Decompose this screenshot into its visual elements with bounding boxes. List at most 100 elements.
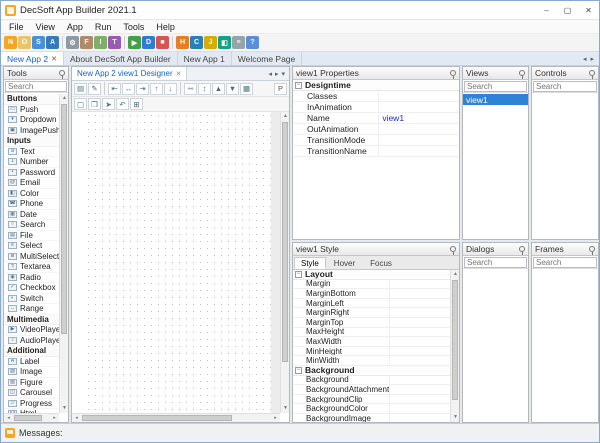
- menu-item-app[interactable]: App: [61, 22, 89, 32]
- pin-icon[interactable]: [450, 246, 456, 255]
- style-property-value[interactable]: [390, 414, 450, 422]
- scroll-thumb[interactable]: [452, 280, 458, 400]
- style-tab-style[interactable]: Style: [294, 257, 326, 269]
- align-right-icon[interactable]: ⇥: [136, 82, 149, 95]
- app-images-icon[interactable]: I: [94, 36, 107, 49]
- scroll-left-icon[interactable]: ◂: [72, 414, 81, 422]
- tool-item-number[interactable]: 1 Number: [4, 157, 59, 168]
- property-value[interactable]: [379, 91, 459, 101]
- property-value[interactable]: [379, 146, 459, 156]
- select-mode-icon[interactable]: ➤: [102, 98, 115, 110]
- property-row-outanimation[interactable]: OutAnimation: [293, 124, 459, 135]
- tool-item-switch[interactable]: ◐ Switch: [4, 294, 59, 304]
- stop-app-icon[interactable]: ■: [156, 36, 169, 49]
- grid-options-icon[interactable]: ⊞: [130, 98, 143, 110]
- tool-item-select[interactable]: ≡ Select: [4, 241, 59, 252]
- tool-item-date[interactable]: ▦ Date: [4, 210, 59, 220]
- scroll-down-icon[interactable]: ▼: [281, 404, 289, 413]
- property-value[interactable]: view1: [379, 113, 459, 123]
- canvas-vertical-scrollbar[interactable]: ▲ ▼: [280, 112, 289, 413]
- tool-item-carousel[interactable]: ◫ Carousel: [4, 388, 59, 399]
- pin-icon[interactable]: [519, 70, 525, 79]
- app-files-icon[interactable]: F: [80, 36, 93, 49]
- designer-tab[interactable]: New App 2 view1 Designer ✕: [72, 67, 188, 80]
- tools-vertical-scrollbar[interactable]: ▲ ▼: [59, 94, 68, 413]
- style-tab-hover[interactable]: Hover: [327, 257, 362, 269]
- save-app-icon[interactable]: S: [32, 36, 45, 49]
- scroll-up-icon[interactable]: ▲: [281, 112, 289, 121]
- tool-item-push[interactable]: ▭ Push: [4, 105, 59, 115]
- tab-about-decsoft-app-builder[interactable]: About DecSoft App Builder: [64, 52, 178, 65]
- html-editor-icon[interactable]: H: [176, 36, 189, 49]
- tab-new-app-1[interactable]: New App 1: [178, 52, 232, 65]
- scroll-right-icon[interactable]: ▸: [50, 414, 59, 422]
- scroll-right-icon[interactable]: ▸: [271, 414, 280, 422]
- collapse-icon[interactable]: −: [295, 270, 302, 278]
- tools-section-buttons[interactable]: Buttons: [4, 94, 59, 105]
- app-options-icon[interactable]: ⚙: [66, 36, 79, 49]
- tool-item-range[interactable]: ↔ Range: [4, 304, 59, 315]
- tool-item-checkbox[interactable]: ✓ Checkbox: [4, 283, 59, 294]
- style-property-value[interactable]: [390, 356, 450, 365]
- scroll-left-icon[interactable]: ◂: [4, 414, 13, 422]
- pin-icon[interactable]: [519, 246, 525, 255]
- style-property-value[interactable]: [390, 299, 450, 308]
- tool-item-multiselect[interactable]: ≣ MultiSelect: [4, 252, 59, 262]
- style-row-maxwidth[interactable]: MaxWidth: [293, 337, 450, 347]
- same-width-icon[interactable]: ⇿: [184, 82, 197, 95]
- save-all-icon[interactable]: A: [46, 36, 59, 49]
- tool-item-figure[interactable]: ▧ Figure: [4, 378, 59, 388]
- debug-app-icon[interactable]: D: [142, 36, 155, 49]
- style-row-marginright[interactable]: MarginRight: [293, 308, 450, 318]
- tool-item-color[interactable]: ◧ Color: [4, 189, 59, 199]
- collapse-icon[interactable]: −: [295, 366, 302, 374]
- new-app-icon[interactable]: N: [4, 36, 17, 49]
- menu-item-tools[interactable]: Tools: [117, 22, 150, 32]
- property-value[interactable]: [379, 135, 459, 145]
- property-row-inanimation[interactable]: InAnimation: [293, 102, 459, 113]
- tools-section-multimedia[interactable]: Multimedia: [4, 314, 59, 325]
- property-row-transitionmode[interactable]: TransitionMode: [293, 135, 459, 146]
- color-picker-icon[interactable]: ◧: [218, 36, 231, 49]
- property-value[interactable]: [379, 124, 459, 134]
- style-row-margin[interactable]: Margin: [293, 279, 450, 290]
- property-value[interactable]: [379, 102, 459, 112]
- js-editor-icon[interactable]: J: [204, 36, 217, 49]
- app-themes-icon[interactable]: T: [108, 36, 121, 49]
- same-height-icon[interactable]: ↕: [198, 82, 211, 95]
- property-row-name[interactable]: Name view1: [293, 113, 459, 124]
- style-tab-focus[interactable]: Focus: [363, 257, 399, 269]
- frames-search-input[interactable]: [533, 257, 597, 268]
- tool-item-audioplayer[interactable]: ♪ AudioPlayer: [4, 336, 59, 346]
- style-property-value[interactable]: [390, 404, 450, 413]
- undo-icon[interactable]: ↶: [116, 98, 129, 110]
- tool-item-search[interactable]: ○ Search: [4, 220, 59, 231]
- bring-front-icon[interactable]: ▲: [212, 82, 225, 95]
- style-property-value[interactable]: [390, 347, 450, 356]
- scroll-thumb[interactable]: [14, 415, 42, 421]
- scroll-up-icon[interactable]: ▲: [451, 270, 459, 279]
- tools-section-inputs[interactable]: Inputs: [4, 136, 59, 147]
- align-center-icon[interactable]: ↔: [122, 82, 135, 95]
- pin-icon[interactable]: [589, 246, 595, 255]
- style-row-backgroundcolor[interactable]: BackgroundColor: [293, 404, 450, 414]
- style-property-value[interactable]: [390, 280, 450, 289]
- open-app-icon[interactable]: O: [18, 36, 31, 49]
- menu-item-help[interactable]: Help: [150, 22, 181, 32]
- properties-section-designtime[interactable]: − Designtime: [293, 80, 459, 91]
- collapse-icon[interactable]: −: [295, 81, 302, 89]
- tool-item-radio[interactable]: ◉ Radio: [4, 273, 59, 283]
- style-row-marginleft[interactable]: MarginLeft: [293, 298, 450, 309]
- tab-new-app-2[interactable]: New App 2 ✕: [1, 52, 64, 65]
- tool-item-imagepush[interactable]: ▣ ImagePush: [4, 126, 59, 136]
- print-view-icon[interactable]: P: [274, 82, 287, 95]
- duplicate-control-icon[interactable]: ❐: [88, 98, 101, 110]
- align-bottom-icon[interactable]: ↓: [164, 82, 177, 95]
- style-property-value[interactable]: [390, 395, 450, 404]
- views-search-input[interactable]: [464, 81, 527, 92]
- dialogs-search-input[interactable]: [464, 257, 527, 268]
- pin-icon[interactable]: [59, 70, 65, 79]
- menu-item-view[interactable]: View: [30, 22, 61, 32]
- new-control-icon[interactable]: ▢: [74, 98, 87, 110]
- pin-icon[interactable]: [589, 70, 595, 79]
